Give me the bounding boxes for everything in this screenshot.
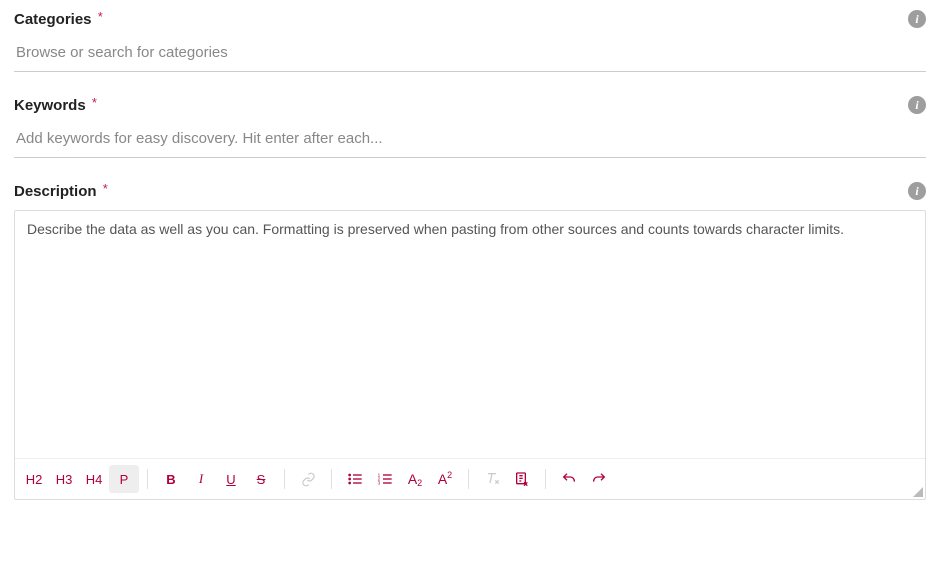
info-icon[interactable]: i: [908, 182, 926, 200]
link-icon: [301, 472, 316, 487]
description-label-text: Description: [14, 183, 97, 200]
subscript-suffix: 2: [417, 478, 422, 488]
superscript-button[interactable]: A2: [430, 465, 460, 493]
editor-toolbar: H2 H3 H4 P B I U S 123 A2: [15, 458, 925, 499]
subscript-label: A: [408, 471, 417, 487]
categories-label: Categories *: [14, 11, 103, 28]
redo-button[interactable]: [584, 465, 614, 493]
numbered-list-button[interactable]: 123: [370, 465, 400, 493]
keywords-field: Keywords * i: [14, 96, 926, 158]
toolbar-separator: [284, 469, 285, 489]
subscript-button[interactable]: A2: [400, 465, 430, 493]
required-marker: *: [103, 181, 108, 196]
keywords-label-row: Keywords * i: [14, 96, 926, 114]
toolbar-separator: [468, 469, 469, 489]
clear-format-icon: [484, 471, 500, 487]
superscript-label: A: [438, 471, 447, 487]
underline-button[interactable]: U: [216, 465, 246, 493]
heading-h3-button[interactable]: H3: [49, 465, 79, 493]
description-textarea[interactable]: Describe the data as well as you can. Fo…: [15, 211, 925, 458]
description-label: Description *: [14, 183, 108, 200]
bullet-list-button[interactable]: [340, 465, 370, 493]
strikethrough-button[interactable]: S: [246, 465, 276, 493]
description-field: Description * i Describe the data as wel…: [14, 182, 926, 500]
keywords-label-text: Keywords: [14, 97, 86, 114]
toolbar-separator: [545, 469, 546, 489]
undo-icon: [561, 471, 577, 487]
bold-button[interactable]: B: [156, 465, 186, 493]
toolbar-separator: [147, 469, 148, 489]
info-icon[interactable]: i: [908, 96, 926, 114]
note-icon: [514, 471, 530, 487]
paragraph-button[interactable]: P: [109, 465, 139, 493]
keywords-input[interactable]: [14, 124, 926, 158]
clear-formatting-button[interactable]: [477, 465, 507, 493]
svg-text:3: 3: [378, 480, 381, 485]
italic-button[interactable]: I: [186, 465, 216, 493]
note-button[interactable]: [507, 465, 537, 493]
heading-h4-button[interactable]: H4: [79, 465, 109, 493]
heading-h2-button[interactable]: H2: [19, 465, 49, 493]
required-marker: *: [98, 9, 103, 24]
description-label-row: Description * i: [14, 182, 926, 200]
categories-field: Categories * i: [14, 10, 926, 72]
info-icon[interactable]: i: [908, 10, 926, 28]
link-button[interactable]: [293, 465, 323, 493]
bullet-list-icon: [347, 471, 363, 487]
categories-input[interactable]: [14, 38, 926, 72]
superscript-suffix: 2: [447, 470, 452, 480]
resize-handle[interactable]: [911, 485, 923, 497]
required-marker: *: [92, 95, 97, 110]
description-editor: Describe the data as well as you can. Fo…: [14, 210, 926, 500]
keywords-label: Keywords *: [14, 97, 97, 114]
undo-button[interactable]: [554, 465, 584, 493]
categories-label-text: Categories: [14, 11, 92, 28]
numbered-list-icon: 123: [377, 471, 393, 487]
redo-icon: [591, 471, 607, 487]
toolbar-separator: [331, 469, 332, 489]
categories-label-row: Categories * i: [14, 10, 926, 28]
